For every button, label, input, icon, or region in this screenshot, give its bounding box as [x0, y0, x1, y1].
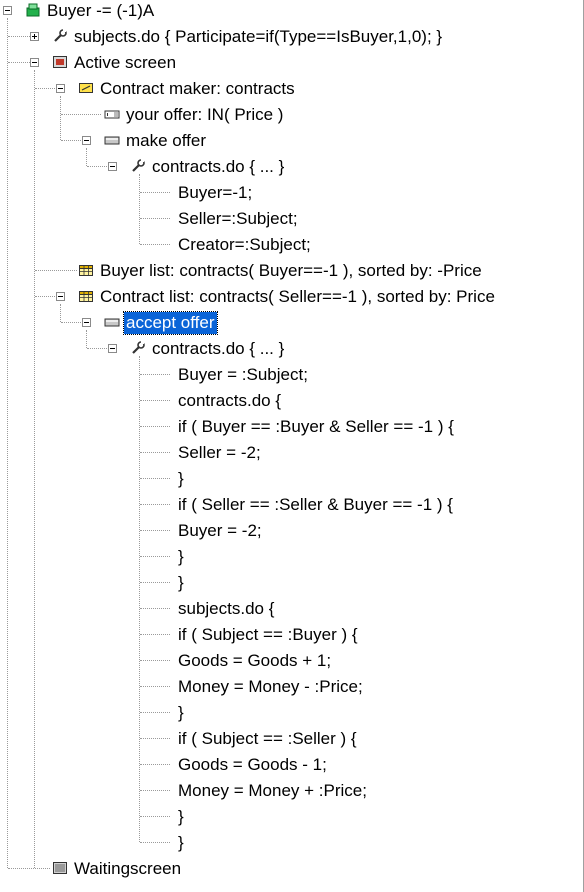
tree-guide — [140, 660, 170, 661]
collapse-toggle[interactable] — [30, 58, 39, 67]
tree-guide — [140, 686, 170, 687]
tree-node-root[interactable]: Buyer -= (-1)A — [47, 0, 154, 22]
tree-guide — [140, 218, 170, 219]
tree-node-buyer-list[interactable]: Buyer list: contracts( Buyer==-1 ), sort… — [100, 260, 482, 282]
code-line[interactable]: if ( Seller == :Seller & Buyer == -1 ) { — [178, 494, 453, 516]
tree-node-waitingscreen[interactable]: Waitingscreen — [74, 858, 181, 880]
expand-toggle[interactable] — [30, 32, 39, 41]
tree-guide — [140, 738, 170, 739]
tree-guide — [35, 88, 55, 89]
tree-guide — [8, 36, 30, 37]
tree-guide — [87, 348, 107, 349]
tree-guide — [8, 868, 50, 869]
tree-guide — [61, 322, 81, 323]
contract-maker-icon — [79, 83, 93, 93]
collapse-toggle[interactable] — [108, 344, 117, 353]
tree-guide — [140, 816, 170, 817]
tree-node-subjects-do[interactable]: subjects.do { Participate=if(Type==IsBuy… — [74, 26, 442, 48]
tree-node-contracts-do[interactable]: contracts.do { ... } — [152, 338, 284, 360]
tree-guide — [139, 174, 140, 244]
collapse-toggle[interactable] — [56, 84, 65, 93]
table-icon — [79, 291, 93, 302]
table-icon — [79, 265, 93, 276]
tree-guide — [140, 400, 170, 401]
tree-guide — [140, 842, 170, 843]
tree-guide — [140, 582, 170, 583]
code-line[interactable]: } — [178, 702, 184, 724]
tree-node-contract-list[interactable]: Contract list: contracts( Seller==-1 ), … — [100, 286, 495, 308]
tree-guide — [7, 18, 8, 868]
tree-guide — [61, 114, 101, 115]
program-tree[interactable]: Buyer -= (-1)A subjects.do { Participate… — [0, 0, 584, 892]
wrench-icon — [54, 29, 67, 42]
tree-guide — [140, 426, 170, 427]
tree-guide — [35, 296, 55, 297]
collapse-toggle[interactable] — [82, 318, 91, 327]
code-line[interactable]: Money = Money - :Price; — [178, 676, 363, 698]
code-line[interactable]: contracts.do { — [178, 390, 281, 412]
tree-guide — [86, 330, 87, 348]
tree-guide — [34, 70, 35, 868]
screen-icon — [53, 862, 67, 874]
tree-guide — [140, 374, 170, 375]
code-line[interactable]: Goods = Goods + 1; — [178, 650, 331, 672]
tree-guide — [140, 244, 170, 245]
button-icon — [104, 136, 120, 145]
collapse-toggle[interactable] — [56, 292, 65, 301]
code-line[interactable]: } — [178, 546, 184, 568]
code-line[interactable]: Seller=:Subject; — [178, 208, 298, 230]
code-line[interactable]: Buyer = -2; — [178, 520, 262, 542]
input-box-icon — [104, 110, 120, 119]
tree-guide — [60, 304, 61, 322]
code-line[interactable]: } — [178, 468, 184, 490]
tree-guide — [140, 764, 170, 765]
tree-guide — [60, 96, 61, 140]
wrench-icon — [132, 159, 145, 172]
tree-guide — [139, 356, 140, 842]
tree-guide — [140, 478, 170, 479]
collapse-toggle[interactable] — [108, 162, 117, 171]
tree-guide — [140, 452, 170, 453]
code-line[interactable]: if ( Subject == :Buyer ) { — [178, 624, 358, 646]
code-line[interactable]: Money = Money + :Price; — [178, 780, 367, 802]
tree-node-contracts-do[interactable]: contracts.do { ... } — [152, 156, 284, 178]
code-line[interactable]: } — [178, 806, 184, 828]
code-line[interactable]: if ( Buyer == :Buyer & Seller == -1 ) { — [178, 416, 454, 438]
collapse-toggle[interactable] — [82, 136, 91, 145]
tree-node-contract-maker[interactable]: Contract maker: contracts — [100, 78, 295, 100]
tree-guide — [61, 140, 81, 141]
code-line[interactable]: Creator=:Subject; — [178, 234, 311, 256]
tree-guide — [140, 712, 170, 713]
tree-node-your-offer[interactable]: your offer: IN( Price ) — [126, 104, 283, 126]
button-icon — [104, 318, 120, 327]
code-line[interactable]: Buyer=-1; — [178, 182, 252, 204]
code-line[interactable]: } — [178, 572, 184, 594]
tree-node-accept-offer[interactable]: accept offer — [123, 311, 218, 335]
tree-guide — [140, 608, 170, 609]
tree-guide — [140, 192, 170, 193]
tree-guide — [35, 270, 77, 271]
tree-node-make-offer[interactable]: make offer — [126, 130, 206, 152]
tree-guide — [8, 62, 30, 63]
tree-node-active-screen[interactable]: Active screen — [74, 52, 176, 74]
collapse-toggle[interactable] — [3, 6, 12, 15]
code-line[interactable]: Buyer = :Subject; — [178, 364, 308, 386]
tree-guide — [87, 166, 107, 167]
wrench-icon — [132, 341, 145, 354]
tree-guide — [86, 148, 87, 166]
tree-guide — [140, 790, 170, 791]
tree-guide — [140, 530, 170, 531]
code-line[interactable]: } — [178, 832, 184, 854]
code-line[interactable]: if ( Subject == :Seller ) { — [178, 728, 357, 750]
tree-guide — [140, 504, 170, 505]
code-line[interactable]: Seller = -2; — [178, 442, 261, 464]
screen-icon — [53, 56, 67, 68]
code-line[interactable]: subjects.do { — [178, 598, 274, 620]
tree-guide — [140, 556, 170, 557]
tree-guide — [140, 634, 170, 635]
code-line[interactable]: Goods = Goods - 1; — [178, 754, 327, 776]
stage-icon — [26, 3, 40, 17]
